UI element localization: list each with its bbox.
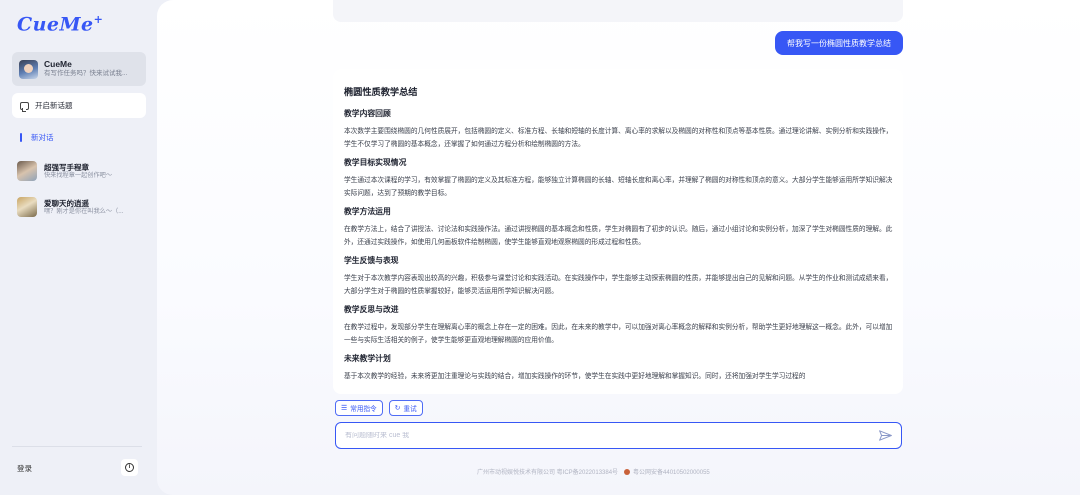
agent-subtitle: 有写作任务吗？快来试试我... <box>44 70 128 78</box>
chip-label: 重试 <box>403 406 417 413</box>
bot-avatar <box>17 197 37 217</box>
active-indicator <box>20 133 22 142</box>
section-text: 学生通过本次课程的学习，有效掌握了椭圆的定义及其标准方程，能够独立计算椭圆的长轴… <box>344 177 893 197</box>
bot-item-writer[interactable]: 超强写手程章 快来找程章一起创作吧～ <box>17 160 147 182</box>
agent-name: CueMe <box>44 60 72 70</box>
section-text: 在教学过程中，发现部分学生在理解离心率的概念上存在一定的困难。因此，在未来的教学… <box>344 324 893 344</box>
login-link[interactable]: 登录 <box>17 463 32 474</box>
info-icon: i <box>125 463 134 472</box>
send-icon[interactable] <box>879 430 892 441</box>
bot-subtitle: 嘿？刚才是你在叫我么～（... <box>44 207 124 215</box>
cueme-logo[interactable]: CueMe+ <box>17 13 103 35</box>
chip-label: 常用指令 <box>350 406 377 413</box>
action-chips: ☰ 常用指令 ↻ 重试 <box>335 400 423 416</box>
agent-card-cueme[interactable]: CueMe 有写作任务吗？快来试试我... <box>12 52 146 86</box>
sidebar: CueMe+ CueMe 有写作任务吗？快来试试我... 开启新话题 新对话 超… <box>0 0 157 495</box>
conversation-item-active[interactable]: 新对话 <box>20 132 54 143</box>
section-heading: 教学方法运用 <box>344 207 391 216</box>
section-heading: 教学目标实现情况 <box>344 158 407 167</box>
section-text: 学生对于本次教学内容表现出较高的兴趣，积极参与课堂讨论和实践活动。在实践操作中，… <box>344 275 893 295</box>
info-button[interactable]: i <box>121 459 138 476</box>
refresh-icon: ↻ <box>394 405 401 412</box>
conversation-label: 新对话 <box>31 133 54 142</box>
agent-avatar <box>19 59 38 79</box>
sidebar-divider <box>12 446 142 447</box>
section-text: 在教学方法上，结合了讲授法、讨论法和实践操作法。通过讲授椭圆的基本概念和性质，学… <box>344 226 893 246</box>
footer-icp[interactable]: 广州市动视娱悦技术有限公司 粤ICP备2022013384号 <box>477 467 618 476</box>
bot-name: 超强写手程章 <box>44 162 89 172</box>
section-text: 本次数学主要围绕椭圆的几何性质展开，包括椭圆的定义、标准方程、长轴和短轴的长度计… <box>344 128 893 148</box>
bot-subtitle: 快来找程章一起创作吧～ <box>44 171 113 179</box>
new-topic-label: 开启新话题 <box>35 101 73 110</box>
section-heading: 未来教学计划 <box>344 354 391 363</box>
bot-item-chat[interactable]: 爱聊天的逍遥 嘿？刚才是你在叫我么～（... <box>17 196 147 218</box>
main-panel: 帮我写一份椭圆性质教学总结 椭圆性质教学总结 教学内容回顾 本次数学主要围绕椭圆… <box>157 0 1080 495</box>
section-heading: 教学内容回顾 <box>344 109 391 118</box>
answer-title: 椭圆性质教学总结 <box>344 87 418 97</box>
footer: 广州市动视娱悦技术有限公司 粤ICP备2022013384号 粤公网安备4401… <box>477 467 710 476</box>
section-heading: 学生反馈与表现 <box>344 256 399 265</box>
common-commands-button[interactable]: ☰ 常用指令 <box>335 400 383 416</box>
user-message-bubble: 帮我写一份椭圆性质教学总结 <box>775 31 903 55</box>
chat-bubble-icon <box>20 101 29 112</box>
bot-name: 爱聊天的逍遥 <box>44 198 89 208</box>
section-text: 基于本次教学的经验，未来将更加注重理论与实践的结合，增加实践操作的环节，使学生在… <box>344 373 806 380</box>
footer-police[interactable]: 粤公网安备44010502000055 <box>633 467 710 476</box>
police-badge-icon <box>624 468 631 475</box>
assistant-answer: 椭圆性质教学总结 教学内容回顾 本次数学主要围绕椭圆的几何性质展开，包括椭圆的定… <box>333 69 903 394</box>
message-input-box <box>335 422 902 449</box>
new-topic-button[interactable]: 开启新话题 <box>12 93 146 118</box>
message-input[interactable] <box>345 432 865 439</box>
section-heading: 教学反思与改进 <box>344 305 399 314</box>
previous-message-fade <box>333 0 903 22</box>
retry-button[interactable]: ↻ 重试 <box>388 400 423 416</box>
list-icon: ☰ <box>341 405 348 412</box>
bot-avatar <box>17 161 37 181</box>
